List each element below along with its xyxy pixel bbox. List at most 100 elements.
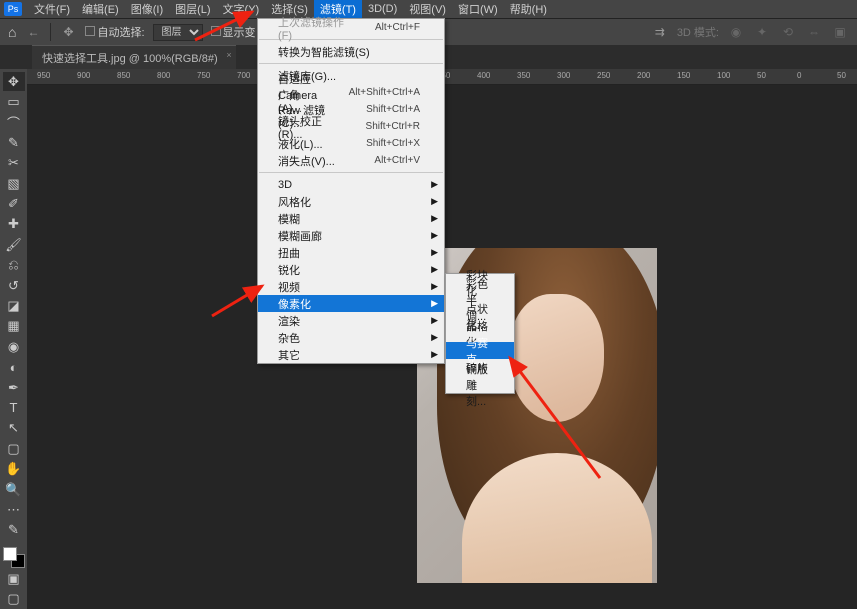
tool-move[interactable]: ✥: [3, 72, 25, 91]
tool-hand[interactable]: ✋: [3, 459, 25, 478]
tool-path[interactable]: ↖: [3, 419, 25, 438]
ruler-tick: 350: [517, 71, 530, 80]
filter-menu-item[interactable]: 锐化▶: [258, 261, 444, 278]
tool-crop[interactable]: ✂: [3, 154, 25, 173]
submenu-arrow-icon: ▶: [431, 179, 438, 190]
submenu-arrow-icon: ▶: [431, 247, 438, 258]
submenu-arrow-icon: ▶: [431, 196, 438, 207]
tool-blur[interactable]: ◉: [3, 337, 25, 356]
document-tab[interactable]: 快速选择工具.jpg @ 100%(RGB/8#) ×: [32, 45, 236, 70]
ruler-tick: 850: [117, 71, 130, 80]
filter-menu-dropdown: 上次滤镜操作(F)Alt+Ctrl+F转换为智能滤镜(S)滤镜库(G)...自适…: [257, 18, 445, 364]
tool-stamp[interactable]: ⎌: [3, 256, 25, 275]
ruler-tick: 400: [477, 71, 490, 80]
filter-menu-item[interactable]: 其它▶: [258, 346, 444, 363]
ruler-tick: 900: [77, 71, 90, 80]
pixelate-submenu: 彩块化彩色半调...点状化...晶格化...马赛克...碎片铜版雕刻...: [445, 273, 515, 394]
pixelate-menu-item[interactable]: 铜版雕刻...: [446, 376, 514, 393]
menu-view[interactable]: 视图(V): [403, 0, 452, 19]
filter-menu-item[interactable]: 模糊▶: [258, 210, 444, 227]
move-tool-icon: ✥: [59, 23, 77, 41]
ruler-tick: 50: [837, 71, 846, 80]
menu-window[interactable]: 窗口(W): [452, 0, 504, 19]
menu-layer[interactable]: 图层(L): [169, 0, 216, 19]
menu-type[interactable]: 文字(Y): [217, 0, 266, 19]
layer-select[interactable]: 图层: [153, 24, 203, 41]
auto-select-checkbox[interactable]: [85, 26, 95, 36]
pan-icon[interactable]: ✦: [753, 23, 771, 41]
filter-menu-item[interactable]: 渲染▶: [258, 312, 444, 329]
ruler-tick: 150: [677, 71, 690, 80]
camera-icon[interactable]: ▣: [831, 23, 849, 41]
tool-heal[interactable]: ✚: [3, 215, 25, 234]
filter-menu-item[interactable]: 扭曲▶: [258, 244, 444, 261]
toolbox: ✥ ▭ ⌒ ✎ ✂ ▧ ✐ ✚ 🖌 ⎌ ↺ ◪ ▦ ◉ ◐ ✒ T ↖ ▢ ✋ …: [0, 69, 27, 609]
tool-type[interactable]: T: [3, 398, 25, 417]
show-transform-label: 显示变: [223, 27, 256, 39]
ruler-tick: 750: [197, 71, 210, 80]
submenu-arrow-icon: ▶: [431, 213, 438, 224]
auto-select-label: 自动选择:: [97, 27, 144, 39]
ruler-tick: 800: [157, 71, 170, 80]
tool-marquee[interactable]: ▭: [3, 92, 25, 111]
submenu-arrow-icon: ▶: [431, 230, 438, 241]
back-icon[interactable]: ←: [24, 23, 42, 41]
filter-menu-item[interactable]: 转换为智能滤镜(S): [258, 43, 444, 60]
submenu-arrow-icon: ▶: [431, 264, 438, 275]
filter-menu-item[interactable]: 液化(L)...Shift+Ctrl+X: [258, 135, 444, 152]
ruler-tick: 100: [717, 71, 730, 80]
close-icon[interactable]: ×: [226, 50, 231, 60]
tool-pen[interactable]: ✒: [3, 378, 25, 397]
filter-menu-item[interactable]: 消失点(V)...Alt+Ctrl+V: [258, 152, 444, 169]
align-icon[interactable]: ⇉: [651, 23, 669, 41]
filter-menu-item[interactable]: 上次滤镜操作(F)Alt+Ctrl+F: [258, 19, 444, 36]
ruler-tick: 950: [37, 71, 50, 80]
submenu-arrow-icon: ▶: [431, 281, 438, 292]
submenu-arrow-icon: ▶: [431, 349, 438, 360]
slide-icon[interactable]: ⇔: [805, 23, 823, 41]
ruler-tick: 250: [597, 71, 610, 80]
home-icon[interactable]: ⌂: [8, 24, 16, 40]
dolly-icon[interactable]: ⟲: [779, 23, 797, 41]
filter-menu-item[interactable]: 杂色▶: [258, 329, 444, 346]
menu-3d[interactable]: 3D(D): [362, 1, 403, 17]
tool-eyedropper[interactable]: ✐: [3, 194, 25, 213]
3d-mode-label: 3D 模式:: [677, 24, 719, 40]
filter-menu-item[interactable]: 镜头校正(R)...Shift+Ctrl+R: [258, 118, 444, 135]
ruler-tick: 200: [637, 71, 650, 80]
tool-zoom[interactable]: 🔍: [3, 480, 25, 499]
screen-mode-icon[interactable]: ▢: [3, 590, 25, 609]
fg-color-swatch[interactable]: [3, 547, 17, 561]
filter-menu-item[interactable]: 风格化▶: [258, 193, 444, 210]
orbit-icon[interactable]: ◉: [727, 23, 745, 41]
filter-menu-item[interactable]: 像素化▶: [258, 295, 444, 312]
tool-dodge[interactable]: ◐: [3, 357, 25, 376]
submenu-arrow-icon: ▶: [431, 298, 438, 309]
menu-file[interactable]: 文件(F): [28, 0, 76, 19]
menu-help[interactable]: 帮助(H): [504, 0, 553, 19]
app-logo: Ps: [4, 2, 22, 16]
tool-brush[interactable]: 🖌: [3, 235, 25, 254]
ruler-tick: 700: [237, 71, 250, 80]
tool-quick-select[interactable]: ✎: [3, 133, 25, 152]
pixelate-menu-item[interactable]: 马赛克...: [446, 342, 514, 359]
ruler-tick: 300: [557, 71, 570, 80]
tool-shape[interactable]: ▢: [3, 439, 25, 458]
menubar: Ps 文件(F) 编辑(E) 图像(I) 图层(L) 文字(Y) 选择(S) 滤…: [0, 0, 857, 18]
filter-menu-item[interactable]: 视频▶: [258, 278, 444, 295]
tool-history-brush[interactable]: ↺: [3, 276, 25, 295]
tool-edit-toolbar[interactable]: ✎: [3, 521, 25, 540]
tool-frame[interactable]: ▧: [3, 174, 25, 193]
color-swatches[interactable]: [3, 547, 25, 568]
menu-edit[interactable]: 编辑(E): [76, 0, 125, 19]
filter-menu-item[interactable]: 模糊画廊▶: [258, 227, 444, 244]
mask-mode-icon[interactable]: ▣: [3, 569, 25, 588]
tab-title: 快速选择工具.jpg @ 100%(RGB/8#): [42, 53, 218, 65]
tool-gradient[interactable]: ▦: [3, 317, 25, 336]
menu-image[interactable]: 图像(I): [125, 0, 169, 19]
tool-lasso[interactable]: ⌒: [3, 113, 25, 132]
tool-more[interactable]: ⋯: [3, 500, 25, 519]
show-transform-checkbox[interactable]: [211, 26, 221, 36]
tool-eraser[interactable]: ◪: [3, 296, 25, 315]
filter-menu-item[interactable]: 3D▶: [258, 176, 444, 193]
